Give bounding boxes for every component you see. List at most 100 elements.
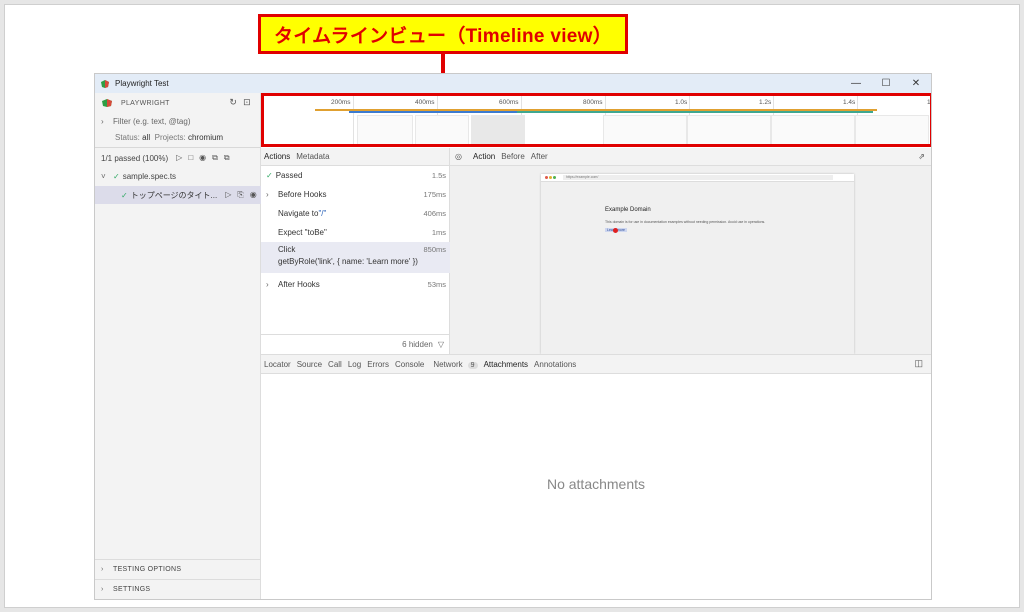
maximize-button[interactable]: ☐ <box>871 74 901 93</box>
open-external-icon[interactable]: ⇗ <box>915 152 931 161</box>
status-line[interactable]: Status: all Projects: chromium <box>95 130 261 144</box>
status-label: Status: <box>115 132 140 142</box>
target-icon[interactable]: ◎ <box>450 152 470 161</box>
snapshot-tabbar: ◎ Action Before After ⇗ <box>450 148 931 166</box>
tab-errors[interactable]: Errors <box>364 360 392 369</box>
timeline-callout: タイムラインビュー（Timeline view） <box>258 14 628 54</box>
run-test-icon[interactable]: ▷ <box>225 190 231 200</box>
action-label: Before Hooks <box>278 189 327 199</box>
action-passed[interactable]: ✓ Passed 1.5s <box>261 166 450 184</box>
chevron-down-icon[interactable]: ˅ <box>101 172 113 181</box>
run-all-icon[interactable]: ▷ <box>176 153 182 163</box>
expand-all-icon[interactable]: ⧉ <box>224 153 230 163</box>
test-label: トップページのタイト... <box>130 190 218 200</box>
action-url: "/" <box>318 208 327 218</box>
tab-actions[interactable]: Actions <box>261 152 293 161</box>
details-tabbar: Locator Source Call Log Errors Console N… <box>261 354 931 374</box>
tab-locator[interactable]: Locator <box>261 360 294 369</box>
tab-after[interactable]: After <box>528 152 551 161</box>
tab-network[interactable]: Network 9 <box>427 360 480 369</box>
action-duration: 53ms <box>427 279 446 289</box>
filter-icon[interactable]: ▽ <box>438 340 444 349</box>
tab-call[interactable]: Call <box>325 360 345 369</box>
action-duration: 1ms <box>431 227 446 237</box>
title-bar: Playwright Test — ☐ ✕ <box>95 74 931 93</box>
settings-label: SETTINGS <box>113 586 151 593</box>
action-label: Navigate to <box>278 208 319 218</box>
tab-attachments[interactable]: Attachments <box>481 360 531 369</box>
action-click[interactable]: Click 850ms getByRole('link', { name: 'L… <box>261 242 450 273</box>
action-label: Passed <box>275 170 303 180</box>
spec-file-label: sample.spec.ts <box>122 172 177 181</box>
spec-file-item[interactable]: ˅ ✓ sample.spec.ts <box>95 169 261 184</box>
action-after-hooks[interactable]: › After Hooks 53ms <box>261 275 450 293</box>
check-icon: ✓ <box>113 172 120 181</box>
chevron-right-icon[interactable]: › <box>101 566 113 573</box>
tab-annotations[interactable]: Annotations <box>531 360 579 369</box>
collapse-all-icon[interactable]: ⧉ <box>212 153 218 163</box>
playwright-logo-icon <box>101 79 109 88</box>
tab-console[interactable]: Console <box>392 360 427 369</box>
browser-url: https://example.com/ <box>563 175 833 180</box>
open-source-icon[interactable]: ⎘ <box>237 190 243 200</box>
testing-options-section[interactable]: › TESTING OPTIONS <box>95 559 261 579</box>
chevron-right-icon[interactable]: › <box>266 190 278 199</box>
terminal-icon[interactable]: ⊡ <box>243 97 251 108</box>
action-navigate[interactable]: Navigate to "/" 406ms <box>261 204 450 222</box>
check-icon: ✓ <box>121 190 128 200</box>
tab-action[interactable]: Action <box>470 152 498 161</box>
chevron-right-icon[interactable]: › <box>101 117 113 126</box>
tab-before[interactable]: Before <box>498 152 528 161</box>
filter-placeholder: Filter (e.g. text, @tag) <box>113 117 191 126</box>
action-label: After Hooks <box>278 279 320 289</box>
chevron-right-icon[interactable]: › <box>101 586 113 593</box>
watch-icon[interactable]: ◉ <box>199 153 206 163</box>
run-summary: 1/1 passed (100%) ▷ □ ◉ ⧉ ⧉ <box>95 151 261 165</box>
snapshot-panel: ◎ Action Before After ⇗ https://example.… <box>450 148 931 354</box>
reload-icon[interactable]: ↻ <box>229 97 237 108</box>
minimize-dot-icon <box>549 176 552 179</box>
actions-panel: Actions Metadata ✓ Passed 1.5s › Before … <box>261 148 450 354</box>
watch-test-icon[interactable]: ◉ <box>250 190 257 200</box>
check-icon: ✓ <box>266 170 273 180</box>
timeline-highlight-box <box>261 93 931 147</box>
example-title: Example Domain <box>605 207 651 213</box>
browser-toolbar: https://example.com/ <box>541 174 854 182</box>
empty-attachments: No attachments <box>546 476 646 492</box>
sidebar-header: PLAYWRIGHT ↻ ⊡ <box>95 95 261 111</box>
maximize-dot-icon <box>553 176 556 179</box>
projects-value: chromium <box>187 132 224 142</box>
stop-icon[interactable]: □ <box>188 153 193 163</box>
toggle-sidebar-icon[interactable]: ◫ <box>914 358 923 369</box>
action-before-hooks[interactable]: › Before Hooks 175ms <box>261 185 450 203</box>
example-text: This domain is for use in documentation … <box>605 220 766 224</box>
tab-log[interactable]: Log <box>345 360 364 369</box>
chevron-right-icon[interactable]: › <box>266 280 278 289</box>
actions-tabbar: Actions Metadata <box>261 148 449 166</box>
close-button[interactable]: ✕ <box>901 74 931 93</box>
actions-footer: 6 hidden ▽ <box>261 334 450 354</box>
playwright-window: Playwright Test — ☐ ✕ PLAYWRIGHT ↻ ⊡ › F… <box>94 73 932 600</box>
close-dot-icon <box>545 176 548 179</box>
test-sidebar: PLAYWRIGHT ↻ ⊡ › Filter (e.g. text, @tag… <box>95 93 261 599</box>
action-expect[interactable]: Expect "toBe" 1ms <box>261 223 450 241</box>
action-duration: 850ms <box>423 245 446 254</box>
action-locator: getByRole('link', { name: 'Learn more' }… <box>278 257 418 266</box>
status-value: all <box>142 132 151 142</box>
action-label: Expect "toBe" <box>278 227 327 237</box>
snapshot-browser: https://example.com/ Example Domain This… <box>541 174 854 354</box>
window-title: Playwright Test <box>115 79 169 88</box>
filter-input[interactable]: › Filter (e.g. text, @tag) <box>95 114 261 129</box>
action-duration: 175ms <box>423 189 446 199</box>
minimize-button[interactable]: — <box>841 74 871 93</box>
sidebar-title: PLAYWRIGHT <box>121 99 170 107</box>
tab-network-label: Network <box>433 359 463 369</box>
tab-source[interactable]: Source <box>294 360 325 369</box>
tab-metadata[interactable]: Metadata <box>293 152 332 161</box>
test-item[interactable]: ✓ トップページのタイト... ▷ ⎘ ◉ <box>95 186 261 204</box>
playwright-logo-icon <box>102 99 112 107</box>
testing-options-label: TESTING OPTIONS <box>113 566 182 573</box>
settings-section[interactable]: › SETTINGS <box>95 579 261 599</box>
network-count-badge: 9 <box>467 361 478 369</box>
click-indicator <box>613 228 618 233</box>
